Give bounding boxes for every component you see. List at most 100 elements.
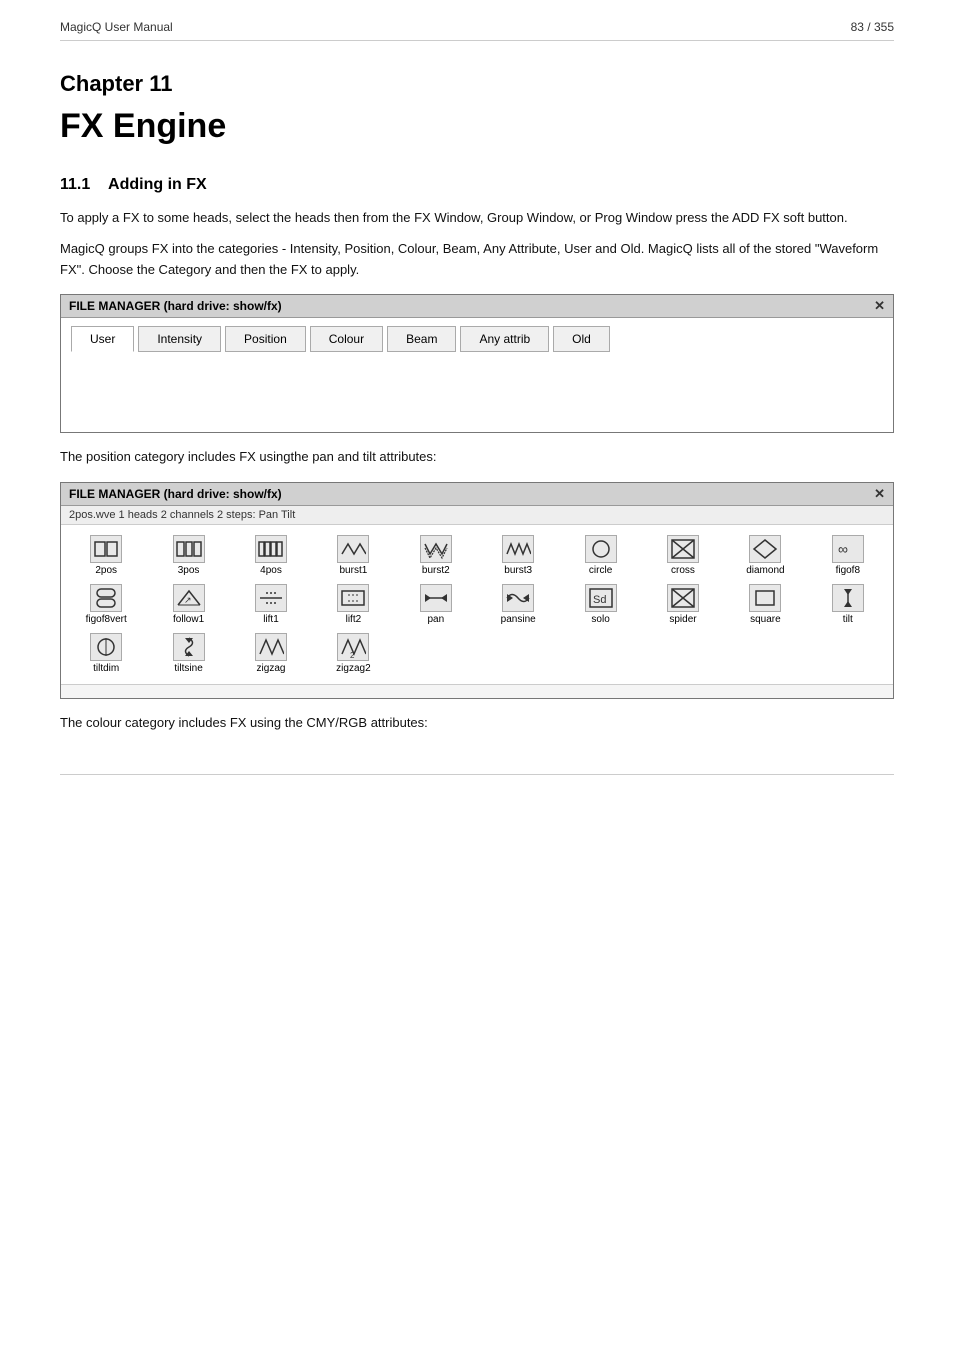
page: MagicQ User Manual 83 / 355 Chapter 11 F… (0, 0, 954, 1350)
fm2-icon-4pos (255, 535, 287, 563)
fm1-tab-colour[interactable]: Colour (310, 326, 383, 352)
fm2-label-spider: spider (669, 614, 696, 625)
paragraph-3: The position category includes FX usingt… (60, 447, 894, 468)
fm2-icon-tilt (832, 584, 864, 612)
fm2-item-pan[interactable]: pan (395, 580, 477, 629)
fm2-label-square: square (750, 614, 781, 625)
fm2-label-zigzag2: zigzag2 (336, 663, 370, 674)
fm2-icon-burst3 (502, 535, 534, 563)
fm2-icon-pansine (502, 584, 534, 612)
fm2-label-figof8vert: figof8vert (86, 614, 127, 625)
fm2-label-burst1: burst1 (339, 565, 367, 576)
fm2-label-3pos: 3pos (178, 565, 200, 576)
fm2-subtitle-text: 2pos.wve 1 heads 2 channels 2 steps: Pan… (61, 506, 893, 525)
fm2-label-solo: solo (591, 614, 609, 625)
fm2-icon-2pos (90, 535, 122, 563)
fm1-tab-any-attrib[interactable]: Any attrib (460, 326, 549, 352)
fm2-item-zigzag[interactable]: zigzag (230, 629, 312, 678)
fm2-item-burst3[interactable]: burst3 (477, 531, 559, 580)
section-title: 11.1 Adding in FX (60, 176, 894, 194)
fm2-item-lift2[interactable]: lift2 (312, 580, 394, 629)
fm2-item-pansine[interactable]: pansine (477, 580, 559, 629)
chapter-title: FX Engine (60, 107, 894, 146)
fm2-item-tiltdim[interactable]: tiltdim (65, 629, 147, 678)
fm2-icon-cross (667, 535, 699, 563)
fm2-close-button[interactable]: ✕ (874, 486, 885, 502)
fm2-item-circle[interactable]: circle (559, 531, 641, 580)
fm2-icon-pan (420, 584, 452, 612)
fm2-label-diamond: diamond (746, 565, 784, 576)
file-manager-1: FILE MANAGER (hard drive: show/fx) ✕ Use… (60, 294, 894, 433)
fm2-icon-diamond (749, 535, 781, 563)
fm2-icon-lift1 (255, 584, 287, 612)
fm2-item-diamond[interactable]: diamond (724, 531, 806, 580)
fm2-label-follow1: follow1 (173, 614, 204, 625)
fm2-label-tiltdim: tiltdim (93, 663, 119, 674)
page-header: MagicQ User Manual 83 / 355 (60, 20, 894, 41)
fm1-content-area (61, 352, 893, 432)
fm2-icon-zigzag2: 2 (337, 633, 369, 661)
fm1-tab-intensity[interactable]: Intensity (138, 326, 221, 352)
fm2-icon-tiltsine (173, 633, 205, 661)
section-number: 11.1 (60, 176, 108, 193)
fm2-title-bar: FILE MANAGER (hard drive: show/fx) ✕ (61, 483, 893, 506)
fm2-label-tilt: tilt (843, 614, 853, 625)
fm2-item-figof8vert[interactable]: figof8vert (65, 580, 147, 629)
fm2-icon-circle (585, 535, 617, 563)
fm2-icon-square (749, 584, 781, 612)
section-heading: Adding in FX (108, 176, 207, 193)
fm2-label-circle: circle (589, 565, 612, 576)
fm2-item-2pos[interactable]: 2pos (65, 531, 147, 580)
fm1-tab-position[interactable]: Position (225, 326, 306, 352)
svg-text:↗: ↗ (184, 595, 192, 605)
fm1-tab-user[interactable]: User (71, 326, 134, 352)
fm2-icon-figof8vert (90, 584, 122, 612)
fm2-item-tiltsine[interactable]: tiltsine (147, 629, 229, 678)
chapter-label: Chapter 11 (60, 71, 894, 97)
fm2-label-pan: pan (427, 614, 444, 625)
fm2-item-figof8[interactable]: ∞ figof8 (807, 531, 889, 580)
fm2-icon-figof8: ∞ (832, 535, 864, 563)
fm2-label-figof8: figof8 (836, 565, 860, 576)
fm1-title-bar: FILE MANAGER (hard drive: show/fx) ✕ (61, 295, 893, 318)
fm2-item-3pos[interactable]: 3pos (147, 531, 229, 580)
fm2-item-lift1[interactable]: lift1 (230, 580, 312, 629)
fm2-item-square[interactable]: square (724, 580, 806, 629)
fm2-label-lift1: lift1 (263, 614, 279, 625)
fm2-footer (61, 684, 893, 698)
fm1-tab-old[interactable]: Old (553, 326, 610, 352)
fm2-label-lift2: lift2 (346, 614, 362, 625)
fm2-label-2pos: 2pos (95, 565, 117, 576)
fm2-item-cross[interactable]: cross (642, 531, 724, 580)
fm2-item-spider[interactable]: spider (642, 580, 724, 629)
fm2-icon-tiltdim (90, 633, 122, 661)
fm2-label-cross: cross (671, 565, 695, 576)
fm2-icon-burst2 (420, 535, 452, 563)
svg-text:2: 2 (350, 651, 355, 658)
fm2-label-burst2: burst2 (422, 565, 450, 576)
fm2-icon-zigzag (255, 633, 287, 661)
fm2-item-burst1[interactable]: burst1 (312, 531, 394, 580)
fm2-item-solo[interactable]: Sd solo (559, 580, 641, 629)
manual-title: MagicQ User Manual (60, 20, 173, 34)
fm2-item-4pos[interactable]: 4pos (230, 531, 312, 580)
file-manager-2: FILE MANAGER (hard drive: show/fx) ✕ 2po… (60, 482, 894, 699)
fm1-close-button[interactable]: ✕ (874, 298, 885, 314)
paragraph-4: The colour category includes FX using th… (60, 713, 894, 734)
svg-text:∞: ∞ (838, 541, 848, 557)
fm2-item-burst2[interactable]: burst2 (395, 531, 477, 580)
fm1-tab-beam[interactable]: Beam (387, 326, 456, 352)
fm2-icon-spider (667, 584, 699, 612)
fm2-item-tilt[interactable]: tilt (807, 580, 889, 629)
fm2-item-follow1[interactable]: ↗ follow1 (147, 580, 229, 629)
fm2-icon-grid: 2pos 3pos 4pos burst1 burst2 burst3 circle cros… (61, 525, 893, 684)
fm2-title-text: FILE MANAGER (hard drive: show/fx) (69, 487, 282, 501)
fm2-item-zigzag2[interactable]: 2 zigzag2 (312, 629, 394, 678)
page-number: 83 / 355 (851, 20, 894, 34)
fm2-icon-solo: Sd (585, 584, 617, 612)
fm1-tabs: UserIntensityPositionColourBeamAny attri… (61, 318, 893, 352)
fm2-label-4pos: 4pos (260, 565, 282, 576)
paragraph-1: To apply a FX to some heads, select the … (60, 208, 894, 229)
fm1-title-text: FILE MANAGER (hard drive: show/fx) (69, 299, 282, 313)
fm2-icon-3pos (173, 535, 205, 563)
